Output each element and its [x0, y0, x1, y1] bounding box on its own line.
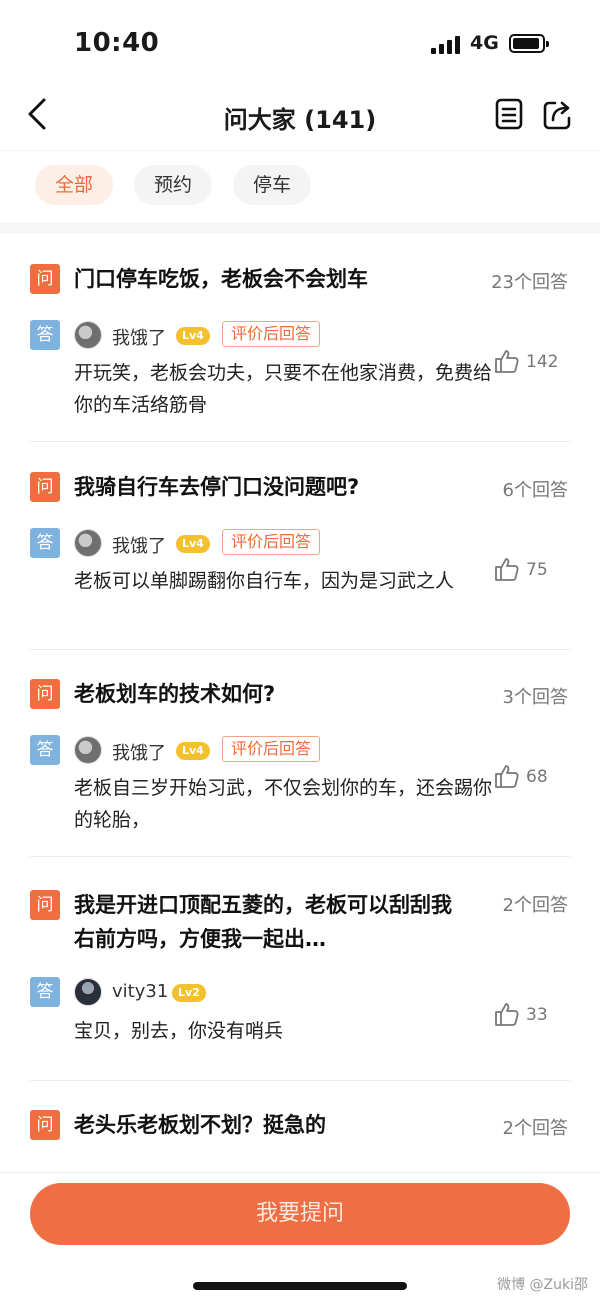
thumbs-up-icon	[495, 350, 519, 373]
answer-badge: 答	[30, 977, 60, 1007]
network-type: 4G	[470, 32, 499, 54]
answer-text: 开玩笑，老板会功夫，只要不在他家消费，免费给你的车活络筋骨	[74, 362, 493, 416]
section-divider	[0, 222, 600, 234]
thumbs-up-icon	[495, 558, 519, 581]
watermark: 微博 @Zuki邵	[497, 1277, 588, 1293]
like-count: 75	[526, 560, 548, 580]
avatar	[74, 978, 102, 1006]
item-divider	[30, 649, 570, 650]
like-button[interactable]: 75	[494, 556, 564, 586]
answer-text: 老板可以单脚踢翻你自行车，因为是习武之人	[74, 570, 455, 592]
item-divider	[30, 856, 570, 857]
level-badge: Lv2	[172, 984, 206, 1002]
list-document-icon[interactable]	[494, 98, 524, 130]
review-tag: 评价后回答	[222, 736, 321, 762]
level-badge: Lv4	[176, 742, 210, 760]
signal-icon	[431, 34, 463, 54]
thumbs-up-icon	[495, 1003, 519, 1026]
answer-count: 6个回答	[502, 480, 568, 501]
level-badge: Lv4	[176, 327, 210, 345]
battery-icon	[509, 34, 549, 53]
answer-username: vity31	[112, 981, 169, 1002]
question-item[interactable]: 问 我是开进口顶配五菱的，老板可以刮刮我右前方吗，方便我一起出… 2个回答 答 …	[30, 873, 570, 1081]
avatar	[74, 321, 102, 349]
review-tag: 评价后回答	[222, 321, 321, 347]
like-count: 68	[526, 767, 548, 787]
answer-username: 我饿了	[112, 328, 166, 349]
like-button[interactable]: 68	[494, 763, 564, 793]
question-item[interactable]: 问 老板划车的技术如何? 3个回答 答 我饿了 Lv4 评价后回答 老板自三岁开…	[30, 665, 570, 857]
answer-badge: 答	[30, 735, 60, 765]
answer-count: 3个回答	[502, 687, 568, 708]
like-button[interactable]: 33	[494, 1001, 564, 1031]
question-title: 我是开进口顶配五菱的，老板可以刮刮我右前方吗，方便我一起出…	[74, 893, 452, 951]
question-title: 门口停车吃饭，老板会不会划车	[74, 267, 368, 291]
like-count: 33	[526, 1005, 548, 1025]
avatar	[74, 529, 102, 557]
answer-text: 老板自三岁开始习武，不仅会划你的车，还会踢你的轮胎，	[74, 777, 493, 831]
question-badge: 问	[30, 472, 60, 502]
question-item[interactable]: 问 我骑自行车去停门口没问题吧? 6个回答 答 我饿了 Lv4 评价后回答 老板…	[30, 458, 570, 650]
thumbs-up-icon	[495, 765, 519, 788]
like-count: 142	[526, 352, 559, 372]
answer-count: 2个回答	[502, 895, 568, 916]
filter-tabs: 全部 预约 停车	[0, 150, 600, 222]
answer-count: 2个回答	[502, 1118, 568, 1139]
ask-question-button[interactable]: 我要提问	[30, 1183, 570, 1245]
qa-page: 10:40 4G 问大家 (141) 全部 预约 停车 问 门口停车吃饭，老板会…	[0, 0, 600, 1301]
nav-bar: 问大家 (141)	[0, 80, 600, 150]
item-divider	[30, 1080, 570, 1081]
tab-booking[interactable]: 预约	[134, 165, 213, 205]
share-icon[interactable]	[542, 98, 572, 130]
like-button[interactable]: 142	[494, 348, 564, 378]
tab-all[interactable]: 全部	[35, 165, 114, 205]
question-item[interactable]: 问 老头乐老板划不划？挺急的 2个回答	[30, 1096, 570, 1176]
answer-username: 我饿了	[112, 536, 166, 557]
home-indicator[interactable]	[193, 1282, 407, 1290]
status-bar: 10:40 4G	[0, 0, 600, 80]
answer-badge: 答	[30, 320, 60, 350]
answer-badge: 答	[30, 528, 60, 558]
review-tag: 评价后回答	[222, 529, 321, 555]
level-badge: Lv4	[176, 535, 210, 553]
status-time: 10:40	[74, 28, 160, 58]
question-badge: 问	[30, 1110, 60, 1140]
question-title: 老头乐老板划不划？挺急的	[74, 1113, 326, 1137]
question-item[interactable]: 问 门口停车吃饭，老板会不会划车 23个回答 答 我饿了 Lv4 评价后回答 开…	[30, 250, 570, 442]
answer-text: 宝贝，别去，你没有哨兵	[74, 1020, 284, 1042]
question-badge: 问	[30, 890, 60, 920]
question-badge: 问	[30, 264, 60, 294]
tab-parking[interactable]: 停车	[233, 165, 312, 205]
answer-username: 我饿了	[112, 743, 166, 764]
question-title: 我骑自行车去停门口没问题吧?	[74, 475, 360, 499]
question-title: 老板划车的技术如何?	[74, 682, 276, 706]
answer-count: 23个回答	[491, 272, 568, 293]
question-badge: 问	[30, 679, 60, 709]
item-divider	[30, 441, 570, 442]
avatar	[74, 736, 102, 764]
bottom-bar: 我要提问 微博 @Zuki邵	[0, 1172, 600, 1301]
